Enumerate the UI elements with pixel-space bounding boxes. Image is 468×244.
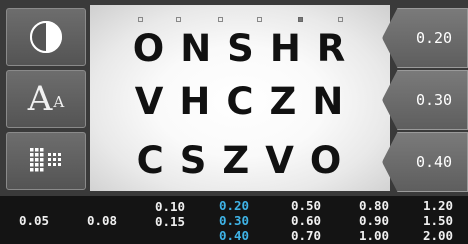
page-marker[interactable] [257,17,262,22]
chart-letter: N [180,27,228,70]
contrast-button[interactable] [6,8,86,66]
acuity-value: 0.70 [290,227,322,243]
chart-row: C S Z V O [90,139,390,182]
chart-letter: N [312,80,360,123]
font-size-icon: A A [28,79,64,119]
chart-letter: R [316,27,362,70]
acuity-column[interactable]: 0.08 [68,196,136,244]
acuity-value: 2.00 [422,227,454,243]
grid-pattern-icon [30,148,61,172]
grid-pattern-button[interactable] [6,132,86,190]
chart-letter: V [265,139,310,182]
acuity-tab[interactable]: 0.30 [382,70,468,130]
acuity-column[interactable]: 0.05 [0,196,68,244]
font-size-button[interactable]: A A [6,70,86,128]
acuity-value: 0.90 [358,212,390,228]
acuity-value: 1.50 [422,212,454,228]
acuity-value: 0.10 [154,199,186,214]
acuity-column[interactable]: 0.80 0.90 1.00 [344,196,404,244]
chart-letter: Z [222,139,266,182]
acuity-value: 0.08 [86,212,118,228]
acuity-value: 0.05 [18,212,50,228]
acuity-tab[interactable]: 0.40 [382,132,468,192]
font-size-big-letter: A [27,79,53,119]
page-marker-active[interactable] [298,17,303,22]
acuity-value: 0.15 [154,214,186,229]
acuity-value: 0.50 [290,197,322,213]
acuity-value: 0.20 [218,197,250,213]
chart-letter: Z [269,80,313,123]
chart-letter: S [227,27,270,70]
chart-letter: H [269,27,317,70]
chart-row: O N S H R [90,27,390,70]
chart-letter: S [179,139,223,182]
page-marker[interactable] [338,17,343,22]
font-size-small-letter: A [53,93,65,111]
eye-chart-panel: O N S H R V H C Z N C S Z V O [90,5,390,191]
acuity-value: 1.20 [422,197,454,213]
acuity-column[interactable]: 0.10 0.15 [136,196,204,244]
acuity-bar: 0.05 0.08 0.10 0.15 0.20 0.30 0.40 0.50 … [0,196,468,244]
acuity-value: 0.60 [290,212,322,228]
chart-letter: O [132,27,181,70]
chart-letter: H [179,80,227,123]
acuity-column-selected[interactable]: 0.20 0.30 0.40 [204,196,264,244]
page-marker[interactable] [138,17,143,22]
chart-letter: C [226,80,270,123]
acuity-value: 0.80 [358,197,390,213]
acuity-value: 1.00 [358,227,390,243]
chart-letter: O [309,139,358,182]
acuity-value: 0.30 [218,212,250,228]
acuity-column[interactable]: 1.20 1.50 2.00 [408,196,468,244]
page-marker[interactable] [218,17,223,22]
chart-letter: C [136,139,180,182]
page-marker[interactable] [176,17,181,22]
acuity-column[interactable]: 0.50 0.60 0.70 [276,196,336,244]
contrast-icon [30,21,62,53]
acuity-tab[interactable]: 0.20 [382,8,468,68]
acuity-value: 0.40 [218,227,250,243]
chart-letter: V [134,80,180,123]
chart-row: V H C Z N [90,80,390,123]
